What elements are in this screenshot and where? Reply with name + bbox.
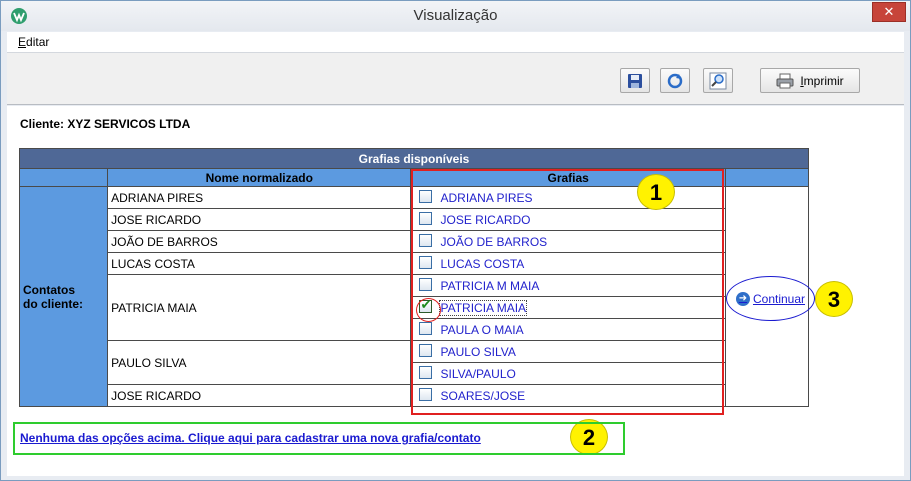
client-label: Cliente: XYZ SERVICOS LTDA [20,117,191,131]
contacts-label-line2: do cliente: [23,296,84,311]
toolbar: Imprimir [7,53,904,105]
header-nome-normalizado: Nome normalizado [107,168,412,187]
arrow-right-icon: ➜ [735,291,750,306]
report-content: Cliente: XYZ SERVICOS LTDA Grafias dispo… [7,106,904,476]
normalized-name-cell: LUCAS COSTA [107,252,412,275]
window-title: Visualização [413,7,498,24]
normalized-name-cell: PAULO SILVA [107,340,412,385]
normalized-name-cell: PATRICIA MAIA [107,274,412,341]
print-label-rest: mprimir [803,73,844,88]
header-blank-left [18,168,109,187]
close-button[interactable]: ✕ [872,2,906,22]
save-button[interactable] [620,68,650,93]
menu-editar-label: ditar [26,35,50,49]
normalized-name-cell: JOSE RICARDO [107,384,412,407]
new-grafia-link[interactable]: Nenhuma das opções acima. Clique aqui pa… [20,431,481,445]
title-bar: Visualização ✕ [1,1,910,31]
grafias-highlight-box [411,169,724,415]
normalized-name-cell: JOÃO DE BARROS [107,230,412,253]
menu-editar-mnemonic: E [18,35,27,49]
printer-icon [776,73,794,88]
refresh-icon [667,73,683,88]
annotation-badge-1: 1 [637,174,675,210]
zoom-icon [709,72,727,89]
continue-label: Continuar [752,291,806,306]
normalized-name-cell: ADRIANA PIRES [107,186,412,209]
print-label: Imprimir [800,74,843,88]
checked-highlight-circle [416,298,441,322]
print-button[interactable]: Imprimir [760,68,860,93]
visualizacao-window: Visualização ✕ Editar Imprimir Cliente: … [0,0,911,481]
refresh-button[interactable] [660,68,690,93]
table-title: Grafias disponíveis [19,148,809,169]
contacts-label-line1: Contatos [23,282,75,297]
header-blank-right [724,168,810,187]
normalized-name-cell: JOSE RICARDO [107,208,412,231]
annotation-badge-3: 3 [815,281,853,317]
continue-link[interactable]: ➜ Continuar [726,276,815,321]
menu-bar: Editar [7,32,904,53]
menu-editar[interactable]: Editar [18,35,49,49]
contacts-label: Contatos do cliente: [18,186,109,407]
save-icon [628,73,642,88]
zoom-button[interactable] [703,68,733,93]
